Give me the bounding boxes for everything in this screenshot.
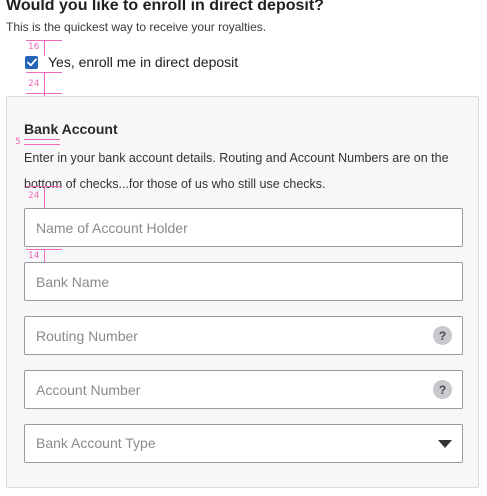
spacing-label: 16 [28, 42, 40, 52]
bank-account-description: Enter in your bank account details. Rout… [24, 151, 449, 191]
spacing-guide [26, 93, 62, 94]
spacing-guide [44, 40, 45, 56]
routing-help-icon[interactable]: ? [433, 326, 452, 345]
spacing-guide [44, 249, 45, 262]
routing-number-field[interactable]: ? [24, 316, 463, 355]
account-holder-field[interactable] [24, 208, 463, 247]
account-holder-input[interactable] [25, 209, 462, 246]
spacing-label: 5 [15, 137, 21, 147]
spacing-guide [44, 186, 45, 208]
account-type-placeholder: Bank Account Type [36, 435, 156, 451]
spacing-label: 14 [28, 251, 40, 261]
spacing-label: 24 [28, 79, 40, 89]
bank-name-field[interactable] [24, 262, 463, 301]
routing-number-input[interactable] [25, 317, 462, 354]
chevron-down-icon[interactable] [438, 440, 452, 448]
enroll-checkbox[interactable] [25, 56, 38, 69]
enroll-checkbox-label[interactable]: Yes, enroll me in direct deposit [48, 54, 238, 70]
page-title: Would you like to enroll in direct depos… [6, 0, 324, 14]
bank-name-input[interactable] [25, 263, 462, 300]
bank-account-title: Bank Account [24, 121, 118, 137]
spacing-label: 24 [28, 191, 40, 201]
account-number-help-icon[interactable]: ? [433, 380, 452, 399]
page-subtitle: This is the quickest way to receive your… [6, 20, 267, 34]
account-number-field[interactable]: ? [24, 370, 463, 409]
direct-deposit-page: Would you like to enroll in direct depos… [0, 0, 487, 496]
account-number-input[interactable] [25, 371, 462, 408]
account-type-select[interactable]: Bank Account Type [24, 424, 463, 463]
checkmark-icon [26, 58, 37, 67]
spacing-guide [24, 139, 60, 140]
